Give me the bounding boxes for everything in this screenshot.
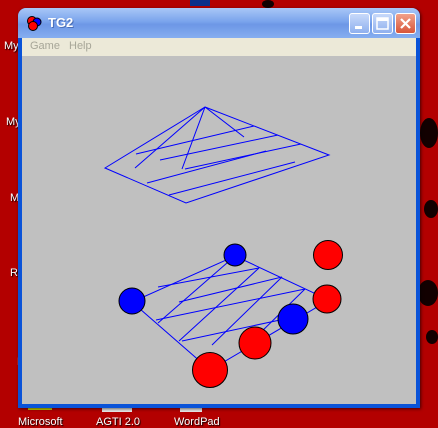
blue-piece[interactable] — [118, 287, 146, 315]
lower-grid-line — [157, 267, 260, 288]
upper-grid-line — [135, 125, 255, 155]
wallpaper-splash — [426, 330, 438, 344]
desktop-icon-label[interactable]: WordPad — [174, 416, 220, 428]
close-button[interactable] — [395, 13, 416, 34]
lower-grid-line — [181, 316, 295, 342]
window-title: TG2 — [48, 15, 74, 30]
maximize-icon — [376, 17, 389, 30]
desktop-icon-label[interactable]: AGTI 2.0 — [96, 416, 140, 428]
menu-bar: Game Help — [22, 38, 416, 56]
upper-board — [103, 106, 331, 204]
desktop-icon[interactable] — [190, 0, 210, 6]
lower-grid-line — [157, 255, 236, 324]
red-piece[interactable] — [312, 284, 342, 314]
minimize-icon — [355, 26, 362, 29]
menu-game[interactable]: Game — [30, 40, 60, 52]
blue-piece[interactable] — [277, 303, 309, 335]
blue-piece[interactable] — [223, 243, 247, 267]
desktop-icon-label[interactable]: Microsoft — [18, 416, 63, 428]
upper-apex-line — [134, 106, 206, 169]
upper-board-outline — [103, 106, 331, 204]
wallpaper-splash — [424, 200, 438, 218]
desktop-icon-label[interactable]: My — [4, 40, 19, 52]
lower-grid-line — [178, 276, 283, 303]
menu-help[interactable]: Help — [69, 40, 92, 52]
minimize-button[interactable] — [349, 13, 370, 34]
red-piece[interactable] — [238, 326, 272, 360]
pieces — [118, 240, 343, 388]
upper-grid-line — [146, 150, 267, 184]
maximize-button[interactable] — [372, 13, 393, 34]
title-bar[interactable]: TG2 — [18, 8, 420, 38]
red-piece[interactable] — [313, 240, 343, 270]
app-window: TG2 Game Help — [18, 8, 420, 408]
wallpaper-splash — [418, 280, 438, 306]
close-icon — [400, 18, 411, 29]
game-canvas[interactable] — [22, 56, 416, 404]
app-icon — [27, 16, 42, 31]
wallpaper-splash — [420, 118, 438, 148]
wallpaper-splash — [262, 0, 274, 8]
upper-grid-line — [159, 134, 279, 161]
red-piece[interactable] — [192, 352, 228, 388]
game-board-view[interactable] — [22, 56, 416, 404]
upper-grid-line — [168, 161, 296, 196]
